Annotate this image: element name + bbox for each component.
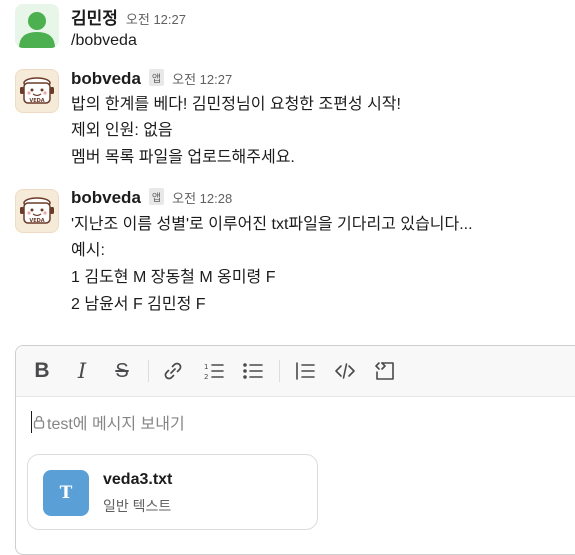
app-badge: 앱 <box>148 69 165 86</box>
app-badge: 앱 <box>148 188 165 205</box>
message-text: 1 김도현 M 장동철 M 옹미령 F <box>71 269 276 286</box>
message-text: 2 남윤서 F 김민정 F <box>71 296 206 313</box>
toolbar-divider <box>148 360 149 382</box>
code-block-button[interactable] <box>372 358 398 384</box>
bold-icon: B <box>34 359 50 382</box>
svg-text:VEDA: VEDA <box>29 98 44 104</box>
bulleted-list-button[interactable] <box>240 358 266 384</box>
sender-name[interactable]: 김민정 <box>71 4 118 29</box>
italic-button[interactable]: I <box>70 358 94 384</box>
sender-name[interactable]: bobveda <box>71 188 141 208</box>
message-text: 예시: <box>71 242 105 259</box>
code-icon <box>335 363 355 379</box>
toolbar-divider <box>279 360 280 382</box>
attached-file-card[interactable]: T veda3.txt 일반 텍스트 <box>27 454 318 530</box>
numbered-list-button[interactable]: 1 2 <box>201 358 227 384</box>
link-button[interactable] <box>160 358 186 384</box>
message-composer: B I S 1 2 test에 메시지 보내기 T veda3.txt 일반 텍… <box>15 345 575 555</box>
message-text: 밥의 한계를 베다! 김민정님이 요청한 조편성 시작! <box>71 96 401 113</box>
numbered-list-icon: 1 2 <box>204 363 224 381</box>
file-icon-letter: T <box>59 483 73 503</box>
timestamp[interactable]: 오전 12:27 <box>126 9 186 28</box>
user-avatar[interactable] <box>15 4 59 48</box>
bot-avatar[interactable]: VEDA <box>15 69 59 113</box>
svg-text:VEDA: VEDA <box>29 218 44 224</box>
text-caret <box>31 411 32 433</box>
timestamp[interactable]: 오전 12:27 <box>172 69 232 88</box>
rice-cooker-icon: VEDA <box>20 77 54 104</box>
code-block-icon <box>375 362 394 380</box>
blockquote-icon <box>296 362 315 380</box>
rice-cooker-icon: VEDA <box>20 197 54 224</box>
message-text: 멤버 목록 파일을 업로드해주세요. <box>71 149 295 166</box>
text-file-icon: T <box>43 470 89 516</box>
strikethrough-icon: S <box>115 359 129 382</box>
link-icon <box>164 362 182 380</box>
message-text: '지난조 이름 성별'로 이루어진 txt파일을 기다리고 있습니다... <box>71 216 473 233</box>
file-name: veda3.txt <box>103 471 173 488</box>
timestamp[interactable]: 오전 12:28 <box>172 188 232 207</box>
italic-icon: I <box>77 359 87 383</box>
svg-text:2: 2 <box>204 373 208 381</box>
lock-icon <box>33 415 45 429</box>
code-button[interactable] <box>332 358 358 384</box>
bot-avatar[interactable]: VEDA <box>15 189 59 233</box>
blockquote-button[interactable] <box>292 358 318 384</box>
sender-name[interactable]: bobveda <box>71 69 141 89</box>
message-text: 제외 인원: 없음 <box>71 122 173 139</box>
person-icon <box>15 4 59 48</box>
svg-text:1: 1 <box>204 363 208 371</box>
strikethrough-button[interactable]: S <box>110 358 134 384</box>
bold-button[interactable]: B <box>30 358 54 384</box>
message-input[interactable]: test에 메시지 보내기 <box>31 411 185 433</box>
bulleted-list-icon <box>243 363 263 379</box>
formatting-toolbar: B I S 1 2 <box>16 346 575 397</box>
file-type: 일반 텍스트 <box>103 498 172 514</box>
message-text: /bobveda <box>71 32 137 49</box>
message-placeholder: test에 메시지 보내기 <box>47 416 185 433</box>
